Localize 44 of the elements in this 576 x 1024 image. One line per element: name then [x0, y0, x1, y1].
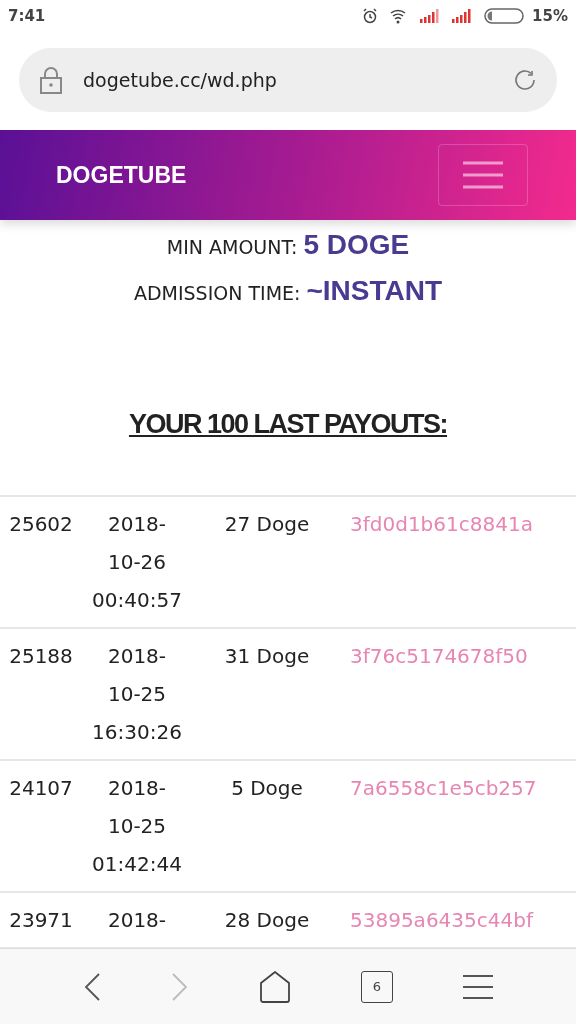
payout-date: 00:40:57: [92, 586, 182, 614]
back-icon[interactable]: [83, 971, 101, 1002]
payout-date: 10-25: [107, 680, 167, 708]
lock-icon: [39, 66, 63, 94]
transaction-hash-link[interactable]: 3fd0d1b61c8841a: [342, 504, 533, 543]
info-value: 5 DOGE: [303, 228, 410, 262]
payout-amount: 27 Doge: [223, 510, 311, 538]
payout-id: 24107: [8, 774, 74, 802]
payout-date: 01:42:44: [92, 850, 182, 878]
signal-icon: [452, 9, 473, 23]
payout-id: 25188: [8, 642, 74, 670]
transaction-hash-link[interactable]: 3f76c5174678f50: [342, 636, 528, 675]
battery-percent: 15%: [532, 5, 568, 27]
alarm-icon: [362, 8, 379, 24]
clock-time: 7:41: [8, 5, 46, 27]
info-label: MIN AMOUNT:: [166, 235, 298, 260]
payout-amount: 28 Doge: [223, 906, 311, 934]
address-bar[interactable]: dogetube.cc/wd.php: [19, 48, 557, 112]
payout-date: 2018-: [107, 510, 167, 538]
payout-amount: 31 Doge: [223, 642, 311, 670]
menu-toggle-button[interactable]: [438, 144, 528, 206]
url-text: dogetube.cc/wd.php: [83, 67, 278, 93]
menu-icon[interactable]: [463, 973, 493, 1000]
payouts-heading: YOUR 100 LAST PAYOUTS:: [128, 408, 448, 441]
info-label: ADMISSION TIME:: [133, 281, 301, 306]
payout-date: 10-26: [107, 548, 167, 576]
transaction-hash-link[interactable]: 53895a6435c44bf: [342, 900, 533, 939]
payout-date: 2018-: [107, 906, 167, 934]
signal-icon: [420, 9, 441, 23]
menu-icon: [463, 161, 503, 189]
payout-date: 10-25: [107, 812, 167, 840]
reload-icon[interactable]: [513, 68, 537, 92]
payout-date: 2018-: [107, 774, 167, 802]
transaction-hash-link[interactable]: 7a6558c1e5cb257: [342, 768, 537, 807]
payout-id: 23971: [8, 906, 74, 934]
payout-id: 25602: [8, 510, 74, 538]
info-value: ~INSTANT: [306, 274, 443, 308]
payout-date: 2018-: [107, 642, 167, 670]
payout-date: 16:30:26: [92, 718, 182, 746]
home-icon[interactable]: [259, 970, 291, 1003]
battery-icon: [484, 8, 525, 24]
payout-amount: 5 Doge: [230, 774, 304, 802]
brand-logo[interactable]: DOGETUBE: [56, 157, 187, 193]
tabs-button[interactable]: 6: [361, 970, 393, 1003]
